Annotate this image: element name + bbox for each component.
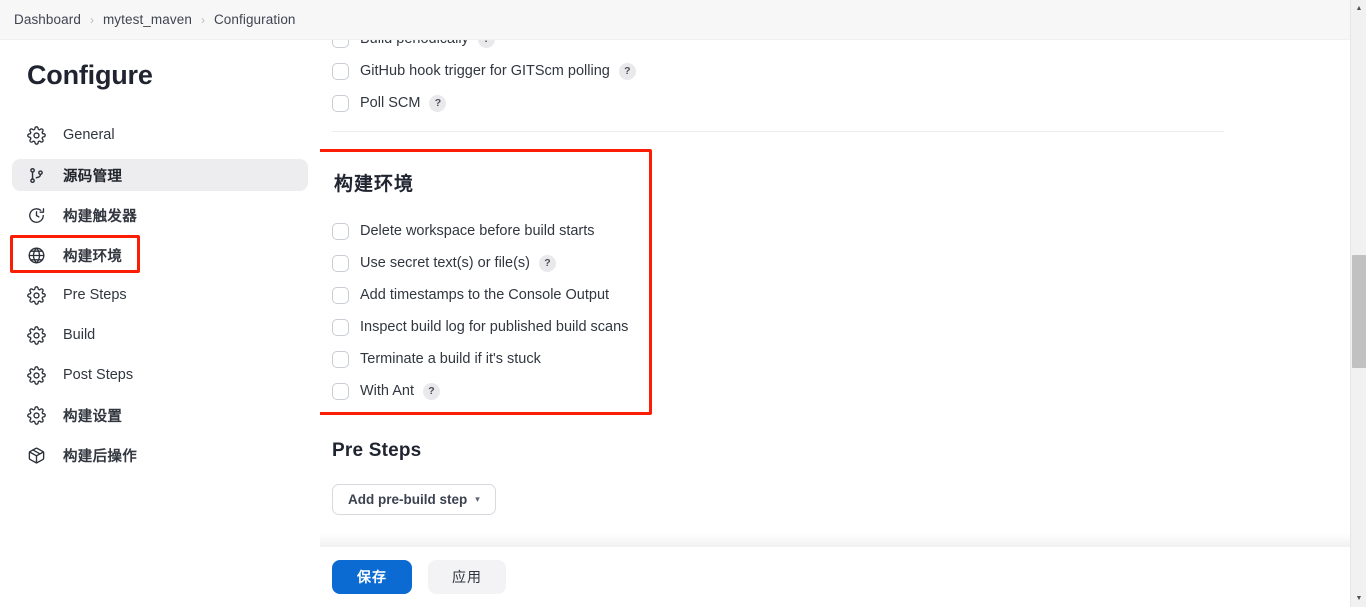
- sidebar-item-post-steps[interactable]: Post Steps: [12, 359, 308, 391]
- sidebar-item-label: Post Steps: [63, 367, 134, 383]
- checkbox-row[interactable]: With Ant ?: [320, 375, 1350, 407]
- main-content: Build periodically ? GitHub hook trigger…: [320, 40, 1350, 607]
- checkbox-poll-scm[interactable]: [332, 94, 349, 112]
- scrollbar-thumb[interactable]: [1352, 255, 1366, 368]
- breadcrumb-item-dashboard[interactable]: Dashboard: [14, 12, 81, 27]
- build-environment-options: Delete workspace before build starts Use…: [320, 215, 1350, 407]
- add-pre-build-step-button[interactable]: Add pre-build step ▾: [332, 484, 496, 515]
- breadcrumb-item-project[interactable]: mytest_maven: [103, 12, 192, 27]
- form-footer: 保存 应用: [320, 547, 1350, 607]
- checkbox-row[interactable]: Poll SCM ?: [320, 87, 1350, 119]
- globe-icon: [26, 245, 46, 265]
- checkbox-terminate-build-if-stuck[interactable]: [332, 350, 349, 368]
- checkbox-row[interactable]: Terminate a build if it's stuck: [320, 343, 1350, 375]
- sidebar-item-build-environment[interactable]: 构建环境: [10, 235, 308, 273]
- sidebar-item-label: 构建设置: [63, 408, 123, 425]
- sidebar-item-label: General: [63, 127, 115, 143]
- clock-icon: [26, 205, 46, 225]
- breadcrumb-separator-icon: ›: [200, 12, 205, 27]
- gear-icon: [26, 125, 46, 145]
- checkbox-label: With Ant: [360, 383, 414, 399]
- package-icon: [26, 445, 46, 465]
- sidebar-item-label: 构建后操作: [63, 448, 137, 465]
- app-window: Dashboard › mytest_maven › Configuration…: [0, 0, 1366, 607]
- chevron-down-icon: ▾: [475, 494, 480, 504]
- gear-icon: [26, 365, 46, 385]
- checkbox-github-hook-trigger[interactable]: [332, 62, 349, 80]
- sidebar: Configure General 源码管理 构建触发器 构建环境 Pre St…: [0, 40, 320, 607]
- page-title: Configure: [27, 60, 153, 90]
- checkbox-label: Inspect build log for published build sc…: [360, 319, 629, 335]
- sidebar-item-label: Build: [63, 327, 96, 343]
- sidebar-item-label: Pre Steps: [63, 287, 127, 303]
- checkbox-label: Add timestamps to the Console Output: [360, 287, 610, 303]
- help-icon[interactable]: ?: [539, 254, 556, 272]
- sidebar-nav: General 源码管理 构建触发器 构建环境 Pre Steps Build …: [0, 119, 320, 471]
- save-button[interactable]: 保存: [332, 560, 412, 594]
- checkbox-delete-workspace[interactable]: [332, 222, 349, 240]
- sidebar-item-general[interactable]: General: [12, 119, 308, 151]
- checkbox-row[interactable]: Use secret text(s) or file(s) ?: [320, 247, 1350, 279]
- branch-icon: [26, 165, 46, 185]
- section-heading-build-environment: 构建环境: [334, 174, 415, 195]
- sidebar-item-label: 构建触发器: [63, 208, 137, 225]
- pre-steps-section: Pre Steps Add pre-build step ▾: [320, 440, 1350, 515]
- breadcrumb-item-configuration[interactable]: Configuration: [214, 12, 296, 27]
- checkbox-with-ant[interactable]: [332, 382, 349, 400]
- gear-icon: [26, 285, 46, 305]
- scroll-down-arrow-icon[interactable]: ▼: [1351, 590, 1366, 607]
- page-body: Configure General 源码管理 构建触发器 构建环境 Pre St…: [0, 40, 1350, 607]
- checkbox-use-secret-text-or-file[interactable]: [332, 254, 349, 272]
- sidebar-item-pre-steps[interactable]: Pre Steps: [12, 279, 308, 311]
- checkbox-label: Build periodically: [360, 40, 469, 47]
- help-icon[interactable]: ?: [429, 94, 447, 112]
- section-heading-pre-steps: Pre Steps: [332, 440, 422, 461]
- checkbox-label: Poll SCM: [360, 95, 421, 111]
- sidebar-item-build[interactable]: Build: [12, 319, 308, 351]
- checkbox-label: Use secret text(s) or file(s): [360, 255, 530, 271]
- gear-icon: [26, 325, 46, 345]
- breadcrumb-separator-icon: ›: [89, 12, 94, 27]
- sidebar-item-source-code-management[interactable]: 源码管理: [12, 159, 308, 191]
- checkbox-inspect-build-log[interactable]: [332, 318, 349, 336]
- checkbox-row[interactable]: Build periodically ?: [320, 40, 1350, 55]
- checkbox-add-timestamps[interactable]: [332, 286, 349, 304]
- breadcrumb: Dashboard › mytest_maven › Configuration: [0, 0, 1350, 40]
- checkbox-label: Delete workspace before build starts: [360, 223, 595, 239]
- add-pre-build-step-label: Add pre-build step: [348, 492, 468, 507]
- help-icon[interactable]: ?: [618, 62, 636, 80]
- apply-button[interactable]: 应用: [428, 560, 506, 594]
- checkbox-row[interactable]: Delete workspace before build starts: [320, 215, 1350, 247]
- build-triggers-group: Build periodically ? GitHub hook trigger…: [320, 40, 1350, 119]
- checkbox-row[interactable]: GitHub hook trigger for GITScm polling ?: [320, 55, 1350, 87]
- vertical-scrollbar[interactable]: ▲ ▼: [1350, 0, 1366, 607]
- config-form: Build periodically ? GitHub hook trigger…: [320, 40, 1350, 515]
- checkbox-row[interactable]: Add timestamps to the Console Output: [320, 279, 1350, 311]
- gear-icon: [26, 405, 46, 425]
- checkbox-row[interactable]: Inspect build log for published build sc…: [320, 311, 1350, 343]
- sidebar-item-label: 构建环境: [63, 248, 123, 265]
- section-divider: [332, 131, 1224, 132]
- scroll-up-arrow-icon[interactable]: ▲: [1351, 0, 1366, 17]
- build-environment-section: 构建环境 Delete workspace before build start…: [320, 149, 1350, 415]
- checkbox-label: GitHub hook trigger for GITScm polling: [360, 63, 610, 79]
- checkbox-label: Terminate a build if it's stuck: [360, 351, 541, 367]
- help-icon[interactable]: ?: [477, 40, 495, 48]
- sidebar-item-post-build-actions[interactable]: 构建后操作: [12, 439, 308, 471]
- sidebar-item-build-triggers[interactable]: 构建触发器: [12, 199, 308, 231]
- help-icon[interactable]: ?: [423, 382, 440, 400]
- sidebar-item-label: 源码管理: [63, 168, 123, 185]
- sidebar-item-build-settings[interactable]: 构建设置: [12, 399, 308, 431]
- checkbox-build-periodically[interactable]: [332, 40, 349, 48]
